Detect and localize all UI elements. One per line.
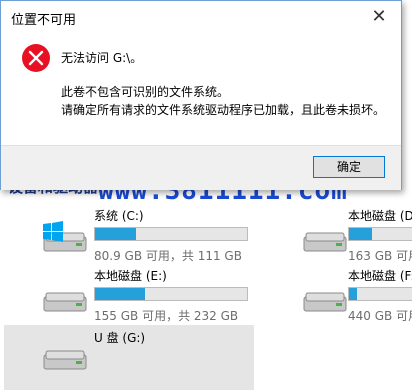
dialog-titlebar[interactable]: 位置不可用 ✕ — [1, 1, 401, 33]
error-detail-1: 此卷不包含可识别的文件系统。 — [61, 85, 230, 99]
drive-info: 163 GB 可用 — [348, 249, 412, 263]
usage-fill — [349, 288, 357, 300]
usage-bar — [348, 227, 412, 241]
drive-name: 本地磁盘 (F:) — [348, 269, 412, 283]
drive-icon — [303, 232, 347, 252]
error-dialog: 位置不可用 ✕ 无法访问 G:\。 此卷不包含可识别的文件系统。 请确定所有请求… — [0, 0, 402, 190]
drive-name: 本地磁盘 (D:) — [348, 209, 412, 223]
close-button[interactable]: ✕ — [367, 5, 391, 29]
error-message: 无法访问 G:\。 — [61, 51, 143, 65]
drive-icon — [43, 350, 87, 370]
usage-fill — [349, 228, 373, 240]
drive-g[interactable]: U 盘 (G:) — [4, 325, 254, 390]
dialog-title: 位置不可用 — [11, 13, 77, 28]
error-icon — [22, 44, 50, 72]
drive-name: U 盘 (G:) — [94, 331, 146, 345]
dialog-footer: 确定 — [1, 145, 401, 190]
usage-bar — [348, 287, 412, 301]
error-detail-2: 请确定所有请求的文件系统驱动程序已加载，且此卷未损坏。 — [61, 103, 386, 117]
drive-icon — [303, 292, 347, 312]
ok-button[interactable]: 确定 — [313, 156, 385, 178]
drive-info: 440 GB 可用 — [348, 309, 412, 323]
